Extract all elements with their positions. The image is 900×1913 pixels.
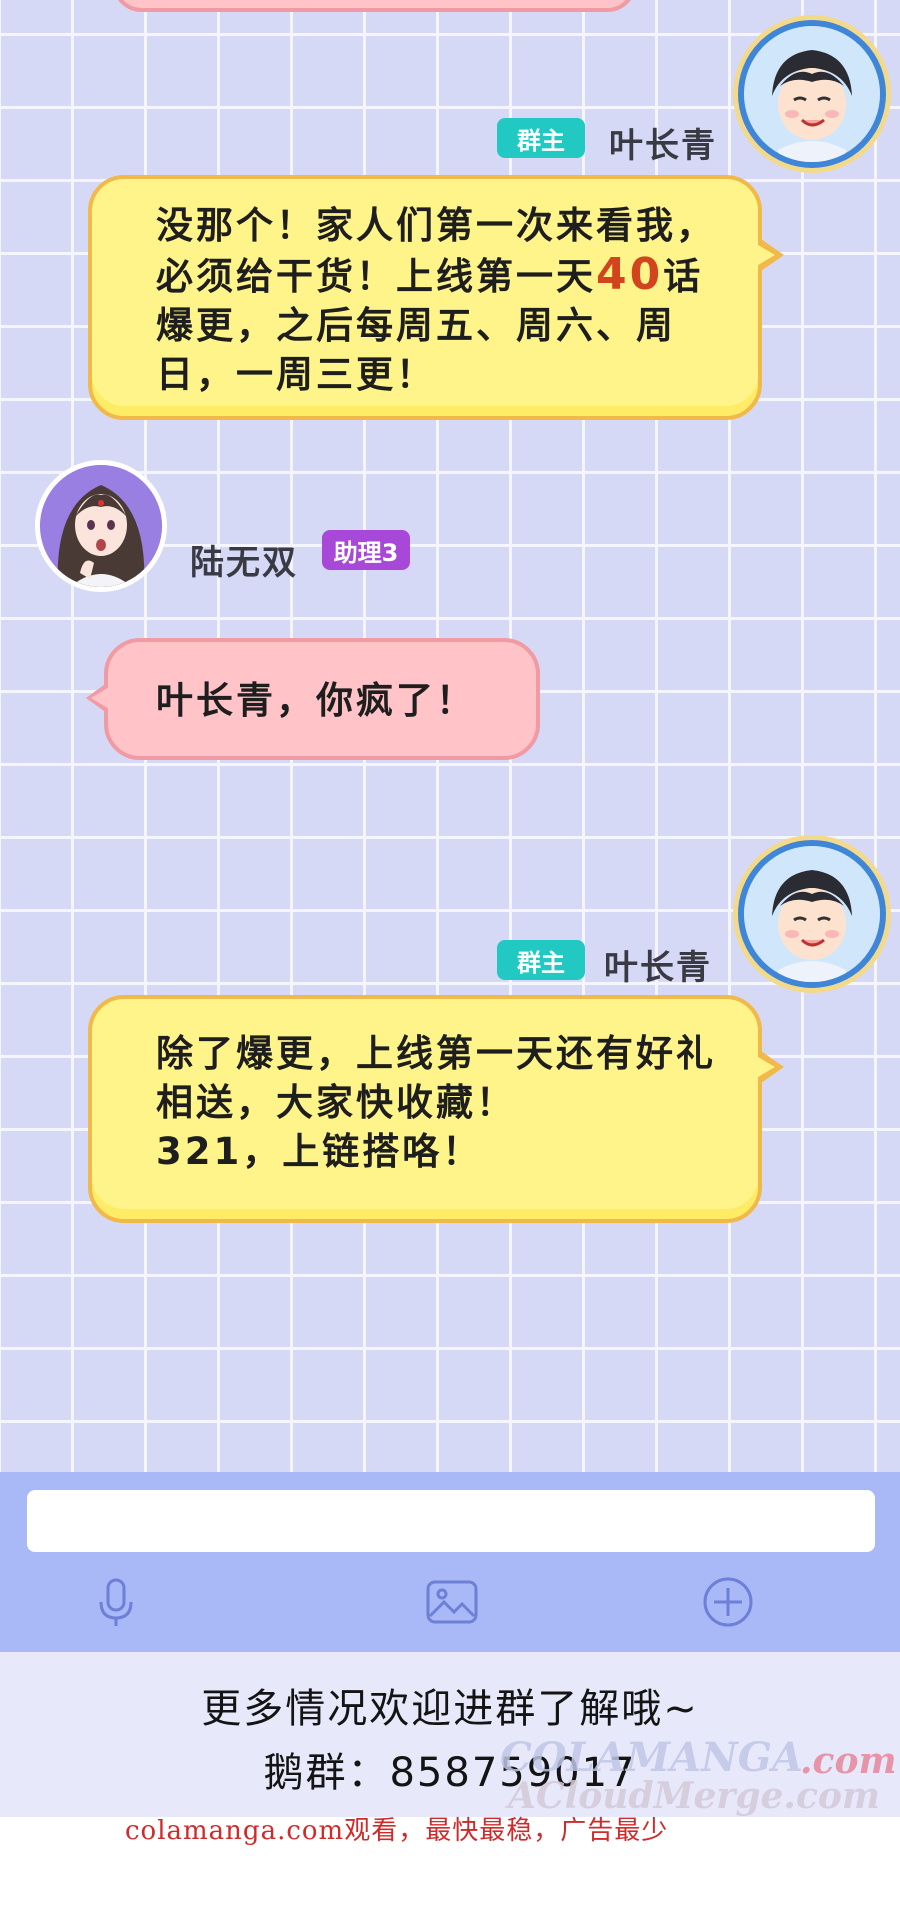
watermark-colamanga: COLAMANGA <box>500 1734 803 1781</box>
microphone-icon[interactable] <box>88 1574 144 1630</box>
message-line: 相送，大家快收藏！ <box>156 1081 516 1124</box>
owner-badge: 群主 <box>497 940 585 980</box>
chat-input-bar <box>0 1472 900 1652</box>
sender-name: 叶长青 <box>604 948 712 988</box>
image-icon[interactable] <box>424 1574 480 1630</box>
footer-invite-text: 更多情况欢迎进群了解哦~ <box>201 1686 699 1732</box>
highlight-number: 40 <box>596 249 664 300</box>
female-avatar-icon <box>40 465 162 587</box>
message-input[interactable] <box>27 1490 875 1552</box>
avatar-ye-changqing[interactable] <box>738 840 886 988</box>
chibi-male-avatar-icon <box>744 846 880 982</box>
avatar-ye-changqing[interactable] <box>738 20 886 168</box>
bubble-tail <box>86 682 109 714</box>
plus-icon[interactable] <box>700 1574 756 1630</box>
message-line: 没那个！家人们第一次来看我， <box>156 204 716 247</box>
bubble-tail <box>753 237 784 273</box>
assistant-badge: 助理3 <box>322 530 410 570</box>
message-line: 321，上链搭咯！ <box>156 1130 483 1173</box>
sender-name: 陆无双 <box>190 543 298 583</box>
previous-message-bubble <box>112 0 637 12</box>
sender-name: 叶长青 <box>609 126 717 166</box>
avatar-lu-wushuang[interactable] <box>35 460 167 592</box>
message-bubble[interactable]: 没那个！家人们第一次来看我， 必须给干货！上线第一天40话 爆更，之后每周五、周… <box>88 175 784 420</box>
message-bubble[interactable]: 叶长青，你疯了！ <box>86 638 540 760</box>
message-line: 必须给干货！上线第一天40话 <box>156 249 704 300</box>
ad-text: colamanga.com观看，最快最稳，广告最少 <box>125 1816 669 1846</box>
message-bubble[interactable]: 除了爆更，上线第一天还有好礼 相送，大家快收藏！ 321，上链搭咯！ <box>88 995 784 1223</box>
message-line: 日，一周三更！ <box>156 353 436 396</box>
message-line: 除了爆更，上线第一天还有好礼 <box>156 1032 716 1075</box>
bubble-tail <box>753 1049 784 1085</box>
message-line: 爆更，之后每周五、周六、周 <box>156 304 676 347</box>
message-line: 叶长青，你疯了！ <box>156 679 476 722</box>
chibi-male-avatar-icon <box>744 26 880 162</box>
owner-badge: 群主 <box>497 118 585 158</box>
